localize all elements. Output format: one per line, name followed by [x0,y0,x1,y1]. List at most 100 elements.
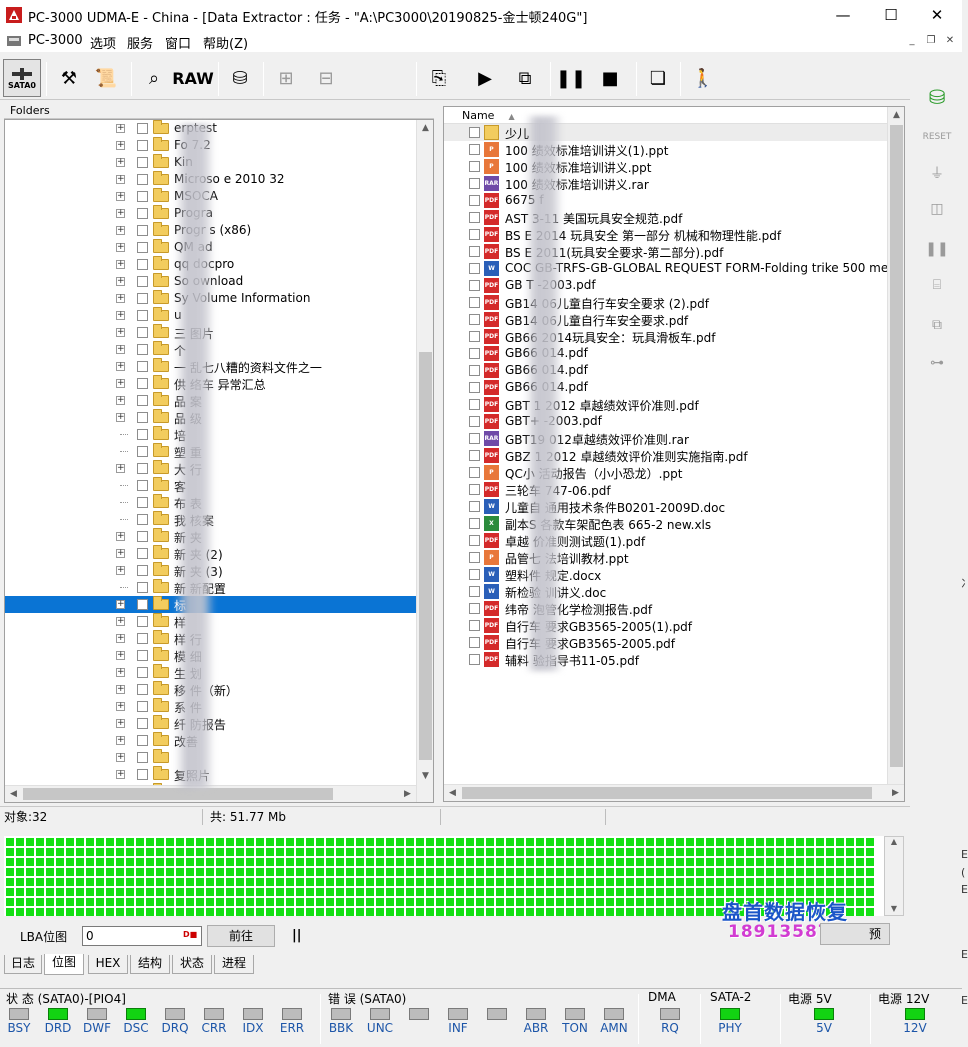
folder-checkbox[interactable] [137,395,148,406]
tree-button[interactable]: ⊞ [269,60,303,96]
expand-icon[interactable]: + [116,770,125,779]
file-list-hscrollbar[interactable]: ◀ ▶ [444,784,904,801]
menu-service[interactable]: 服务 [127,33,153,52]
scroll-left-icon[interactable]: ◀ [5,786,22,802]
folder-checkbox[interactable] [137,735,148,746]
scroll-down-icon[interactable]: ▼ [885,904,903,913]
file-list-item[interactable]: PDF 自行车 要求GB3565-2005.pdf [444,634,888,651]
close-button[interactable]: ✕ [914,0,960,30]
expand-icon[interactable]: + [116,124,125,133]
folder-checkbox[interactable] [137,497,148,508]
expand-icon[interactable]: + [116,209,125,218]
folder-checkbox[interactable] [137,514,148,525]
expand-icon[interactable]: + [116,158,125,167]
menu-pc3000[interactable]: PC-3000 [28,33,83,48]
file-checkbox[interactable] [469,280,480,291]
expand-icon[interactable]: + [116,379,125,388]
expand-icon[interactable]: + [116,243,125,252]
expand-icon[interactable]: + [116,328,125,337]
file-list-item[interactable]: X 副本S 各款车架配色表 665-2 new.xls [444,515,888,532]
hscroll-thumb[interactable] [462,787,872,799]
pause-button[interactable]: ❚❚ [554,60,588,96]
file-list-item[interactable]: PDF GB14 06儿童自行车安全要求 (2).pdf [444,294,888,311]
disk-button[interactable]: ⛁ [223,60,257,96]
folder-checkbox[interactable] [137,718,148,729]
file-checkbox[interactable] [469,246,480,257]
scroll-up-icon[interactable]: ▲ [417,120,433,137]
file-checkbox[interactable] [469,127,480,138]
folder-checkbox[interactable] [137,633,148,644]
file-list-item[interactable]: P 品管七 法培训教材.ppt [444,549,888,566]
folder-checkbox[interactable] [137,684,148,695]
expand-icon[interactable]: + [116,719,125,728]
mdi-close-icon[interactable]: ✕ [943,34,957,48]
folder-checkbox[interactable] [137,480,148,491]
folder-checkbox[interactable] [137,412,148,423]
minimize-button[interactable]: — [820,0,866,30]
folder-checkbox[interactable] [137,667,148,678]
menu-help[interactable]: 帮助(Z) [203,33,248,52]
folder-checkbox[interactable] [137,123,148,134]
file-checkbox[interactable] [469,416,480,427]
file-list-item[interactable]: PDF GB66 014.pdf [444,379,888,396]
database-icon[interactable]: ⛁ [924,84,950,110]
folder-checkbox[interactable] [137,174,148,185]
hscroll-thumb[interactable] [23,788,333,800]
file-list-item[interactable]: W 塑料件 规定.docx [444,566,888,583]
scroll-thumb[interactable] [419,352,432,760]
file-checkbox[interactable] [469,263,480,274]
expand-icon[interactable]: + [116,651,125,660]
mdi-minimize-icon[interactable]: _ [905,34,919,48]
folder-checkbox[interactable] [137,225,148,236]
expand-icon[interactable]: + [116,362,125,371]
menu-window[interactable]: 窗口 [165,33,191,52]
expand-icon[interactable]: + [116,226,125,235]
file-checkbox[interactable] [469,161,480,172]
scroll-button[interactable]: 📜 [89,60,123,96]
tab-5[interactable]: 进程 [214,955,254,974]
file-list-item[interactable]: PDF 纬帝 泡管化学检测报告.pdf [444,600,888,617]
file-checkbox[interactable] [469,484,480,495]
maximize-button[interactable]: ☐ [868,0,914,30]
file-checkbox[interactable] [469,399,480,410]
folder-tree-vscrollbar[interactable]: ▲ ▼ [416,120,433,802]
stop-button[interactable]: ■ [593,60,627,96]
bitmap-scrollbar[interactable]: ▲ ▼ [884,836,904,916]
exit-button[interactable]: 🚶 [686,60,720,96]
file-list-item[interactable]: PDF BS E 2011(玩具安全要求-第二部分).pdf [444,243,888,260]
expand-icon[interactable]: + [116,753,125,762]
menu-options[interactable]: 选项 [90,33,116,52]
tab-2[interactable]: HEX [88,955,128,974]
file-checkbox[interactable] [469,348,480,359]
file-checkbox[interactable] [469,297,480,308]
sata-port-button[interactable]: SATA0 [3,59,41,97]
file-checkbox[interactable] [469,467,480,478]
file-list-item[interactable]: PDF GB66 2014玩具安全：玩具滑板车.pdf [444,328,888,345]
file-list-item[interactable]: PDF BS E 2014 玩具安全 第一部分 机械和物理性能.pdf [444,226,888,243]
scroll-right-icon[interactable]: ▶ [887,785,904,801]
file-list-item[interactable]: W COC GB-TRFS-GB-GLOBAL REQUEST FORM-Fold… [444,260,904,277]
scroll-thumb[interactable] [890,125,903,767]
file-checkbox[interactable] [469,552,480,563]
file-checkbox[interactable] [469,603,480,614]
folder-checkbox[interactable] [137,310,148,321]
folder-checkbox[interactable] [137,548,148,559]
file-checkbox[interactable] [469,450,480,461]
folder-checkbox[interactable] [137,327,148,338]
folder-checkbox[interactable] [137,769,148,780]
file-checkbox[interactable] [469,178,480,189]
expand-icon[interactable]: + [116,260,125,269]
scroll-up-icon[interactable]: ▲ [885,837,903,846]
folder-checkbox[interactable] [137,208,148,219]
file-checkbox[interactable] [469,620,480,631]
file-list[interactable]: Name ▲ 少儿 P 100 绩效标准培训讲义(1).ppt P 100 绩效标准培训讲… [443,106,905,802]
file-checkbox[interactable] [469,501,480,512]
scroll-right-icon[interactable]: ▶ [399,786,416,802]
file-list-item[interactable]: PDF GBT+ -2003.pdf [444,413,888,430]
expand-icon[interactable]: + [116,311,125,320]
file-checkbox[interactable] [469,586,480,597]
tab-3[interactable]: 结构 [130,955,170,974]
file-list-item[interactable]: W 新检验 训讲义.doc [444,583,888,600]
network-button[interactable]: ⧉ [508,60,542,96]
file-checkbox[interactable] [469,229,480,240]
